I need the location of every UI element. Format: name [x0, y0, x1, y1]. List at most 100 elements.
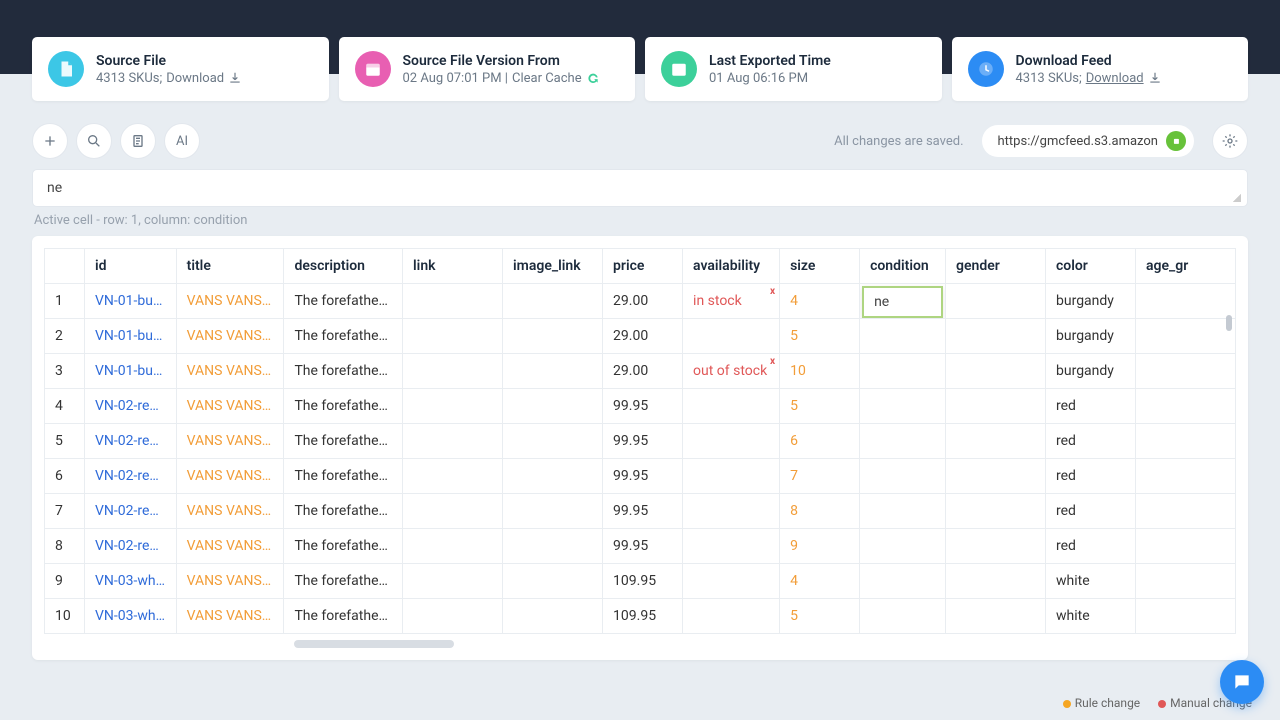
table-row[interactable]: 7VN-02-red-8VANS VANS | ...The forefathe… [45, 494, 1236, 529]
cell-condition[interactable] [860, 494, 946, 529]
cell-gender[interactable] [946, 389, 1046, 424]
refresh-icon[interactable] [586, 71, 600, 85]
copy-icon[interactable] [1166, 131, 1186, 151]
cell-image-link[interactable] [503, 424, 603, 459]
table-row[interactable]: 2VN-01-burg...VANS VANS |A...The forefat… [45, 319, 1236, 354]
cell-description[interactable]: The forefather of th... [284, 459, 403, 494]
cell-age-group[interactable] [1136, 284, 1236, 319]
col-description[interactable]: description [284, 249, 403, 284]
cell-id[interactable]: VN-02-red-7 [85, 459, 177, 494]
cell-age-group[interactable] [1136, 599, 1236, 634]
cell-link[interactable] [403, 564, 503, 599]
cell-age-group[interactable] [1136, 389, 1236, 424]
cell-price[interactable]: 99.95 [603, 424, 683, 459]
table-row[interactable]: 9VN-03-whit...VANS VANS | ...The forefat… [45, 564, 1236, 599]
table-row[interactable]: 6VN-02-red-7VANS VANS | ...The forefathe… [45, 459, 1236, 494]
col-id[interactable]: id [85, 249, 177, 284]
col-age_gr[interactable]: age_gr [1136, 249, 1236, 284]
cell-condition[interactable] [860, 599, 946, 634]
cell-gender[interactable] [946, 319, 1046, 354]
col-color[interactable]: color [1046, 249, 1136, 284]
cell-image-link[interactable] [503, 564, 603, 599]
table-row[interactable]: 1VN-01-burg...VANS VANS |A...The forefat… [45, 284, 1236, 319]
cell-link[interactable] [403, 284, 503, 319]
cell-title[interactable]: VANS VANS | ... [176, 564, 284, 599]
cell-age-group[interactable] [1136, 529, 1236, 564]
cell-gender[interactable] [946, 494, 1046, 529]
cell-editor[interactable]: ne [862, 286, 943, 318]
cell-size[interactable]: 6 [780, 424, 860, 459]
cell-id[interactable]: VN-03-whit... [85, 599, 177, 634]
cell-image-link[interactable] [503, 389, 603, 424]
cell-title[interactable]: VANS VANS |A... [176, 284, 284, 319]
cell-link[interactable] [403, 389, 503, 424]
cell-age-group[interactable] [1136, 319, 1236, 354]
cell-gender[interactable] [946, 354, 1046, 389]
table-row[interactable]: 8VN-02-red-9VANS VANS | ...The forefathe… [45, 529, 1236, 564]
cell-description[interactable]: The forefather of th... [284, 529, 403, 564]
cell-id[interactable]: VN-01-burg... [85, 354, 177, 389]
cell-price[interactable]: 99.95 [603, 494, 683, 529]
cell-title[interactable]: VANS VANS | ... [176, 529, 284, 564]
cell-gender[interactable] [946, 424, 1046, 459]
cell-color[interactable]: red [1046, 529, 1136, 564]
cell-price[interactable]: 29.00 [603, 284, 683, 319]
cell-condition[interactable] [860, 564, 946, 599]
cell-title[interactable]: VANS VANS | ... [176, 599, 284, 634]
cell-condition[interactable] [860, 319, 946, 354]
cell-condition[interactable]: ne [860, 284, 946, 319]
add-button[interactable] [32, 123, 68, 159]
table-row[interactable]: 4VN-02-red-5VANS VANS | ...The forefathe… [45, 389, 1236, 424]
cell-color[interactable]: burgandy [1046, 319, 1136, 354]
cell-image-link[interactable] [503, 354, 603, 389]
horizontal-scrollbar[interactable] [294, 640, 454, 648]
cell-description[interactable]: The forefather of th... [284, 424, 403, 459]
cell-condition[interactable] [860, 529, 946, 564]
cell-title[interactable]: VANS VANS |A... [176, 319, 284, 354]
cell-id[interactable]: VN-01-burg... [85, 319, 177, 354]
table-row[interactable]: 5VN-02-red-6VANS VANS | ...The forefathe… [45, 424, 1236, 459]
cell-image-link[interactable] [503, 459, 603, 494]
cell-description[interactable]: The forefather of th... [284, 354, 403, 389]
download-link[interactable]: Download [1086, 71, 1144, 86]
cell-color[interactable]: red [1046, 424, 1136, 459]
cell-link[interactable] [403, 599, 503, 634]
cell-title[interactable]: VANS VANS |A... [176, 354, 284, 389]
col-size[interactable]: size [780, 249, 860, 284]
cell-size[interactable]: 8 [780, 494, 860, 529]
cell-image-link[interactable] [503, 599, 603, 634]
cell-gender[interactable] [946, 564, 1046, 599]
ai-button[interactable]: AI [164, 123, 200, 159]
cell-id[interactable]: VN-02-red-5 [85, 389, 177, 424]
search-button[interactable] [76, 123, 112, 159]
cell-availability[interactable] [683, 424, 780, 459]
cell-condition[interactable] [860, 459, 946, 494]
cell-age-group[interactable] [1136, 564, 1236, 599]
cell-price[interactable]: 29.00 [603, 319, 683, 354]
col-condition[interactable]: condition [860, 249, 946, 284]
cell-description[interactable]: The forefather of th... [284, 564, 403, 599]
cell-description[interactable]: The forefather of th... [284, 389, 403, 424]
vertical-scrollbar[interactable] [1226, 315, 1232, 331]
cell-availability[interactable] [683, 494, 780, 529]
cell-color[interactable]: white [1046, 564, 1136, 599]
download-link[interactable]: Download [166, 71, 224, 86]
cell-gender[interactable] [946, 459, 1046, 494]
cell-color[interactable]: burgandy [1046, 354, 1136, 389]
table-row[interactable]: 10VN-03-whit...VANS VANS | ...The forefa… [45, 599, 1236, 634]
cell-availability[interactable] [683, 319, 780, 354]
help-fab[interactable] [1220, 660, 1264, 704]
cell-image-link[interactable] [503, 494, 603, 529]
cell-link[interactable] [403, 459, 503, 494]
col-link[interactable]: link [403, 249, 503, 284]
cell-description[interactable]: The forefather of th... [284, 494, 403, 529]
cell-link[interactable] [403, 494, 503, 529]
cell-age-group[interactable] [1136, 354, 1236, 389]
clear-cache-link[interactable]: Clear Cache [512, 71, 582, 86]
cell-availability[interactable]: out of stockx [683, 354, 780, 389]
cell-age-group[interactable] [1136, 424, 1236, 459]
cell-image-link[interactable] [503, 529, 603, 564]
cell-availability[interactable] [683, 389, 780, 424]
cell-condition[interactable] [860, 389, 946, 424]
cell-color[interactable]: burgandy [1046, 284, 1136, 319]
